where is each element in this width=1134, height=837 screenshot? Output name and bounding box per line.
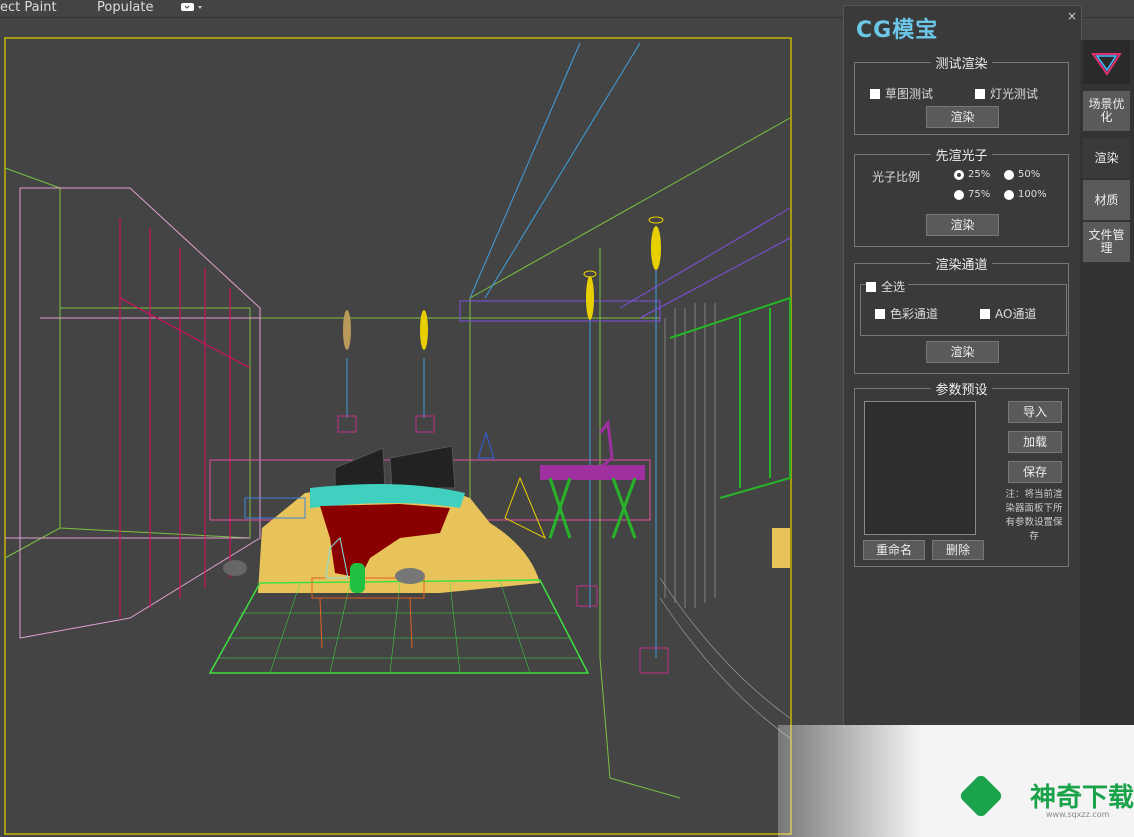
watermark-url: www.sqxzz.com [1046,810,1110,819]
wireframe-scene [4,37,792,835]
preset-note: 注：将当前渲染器面板下所有参数设置保存 [1005,489,1063,542]
test-render-button[interactable]: 渲染 [926,106,999,128]
test-render-legend: 测试渲染 [935,57,988,72]
close-icon[interactable]: × [1067,9,1077,23]
color-channel-label: 色彩通道 [890,307,939,321]
ao-channel-label: AO通道 [995,307,1037,321]
rename-button[interactable]: 重命名 [863,540,925,560]
brand-logo-icon [1083,40,1130,84]
checkbox-box [866,281,876,292]
radio-100-label: 100% [1018,189,1047,200]
radio-dot [1004,189,1014,200]
select-all-label: 全选 [881,280,906,294]
draft-test-checkbox[interactable]: 草图测试 [870,85,933,102]
ao-channel-checkbox[interactable]: AO通道 [980,305,1036,322]
color-channel-checkbox[interactable]: 色彩通道 [875,305,938,322]
radio-100[interactable]: 100% [1004,189,1047,200]
radio-dot [1004,169,1014,180]
photon-legend: 先渲光子 [935,149,988,164]
render-channel-legend: 渲染通道 [935,258,988,273]
right-tab-column: 场景优化 渲染 材质 文件管理 [1080,40,1134,725]
checkbox-box [975,88,985,99]
delete-button[interactable]: 删除 [932,540,984,560]
tab-file-manage[interactable]: 文件管理 [1083,222,1130,262]
photon-render-button[interactable]: 渲染 [926,214,999,236]
photon-ratio-label: 光子比例 [872,170,921,184]
radio-50-label: 50% [1018,169,1041,180]
select-all-checkbox[interactable]: 全选 [866,278,909,295]
cg-mobao-logo: CG模宝 [856,18,939,43]
draft-test-label: 草图测试 [885,87,934,101]
radio-25-label: 25% [968,169,991,180]
checkbox-box [875,308,885,319]
load-button[interactable]: 加载 [1008,431,1062,453]
tab-render[interactable]: 渲染 [1083,138,1130,178]
radio-dot-selected [954,169,964,180]
tab-scene-optimize[interactable]: 场景优化 [1083,91,1130,131]
menu-populate[interactable]: Populate [97,0,154,15]
preset-list[interactable] [864,401,976,535]
light-test-label: 灯光测试 [990,87,1039,101]
radio-25[interactable]: 25% [954,169,990,180]
viewport-dropdown-icon[interactable] [180,1,204,17]
radio-50[interactable]: 50% [1004,169,1040,180]
radio-75[interactable]: 75% [954,189,990,200]
perspective-viewport[interactable] [0,18,843,837]
checkbox-box [980,308,990,319]
checkbox-box [870,88,880,99]
watermark-text: 神奇下载 [1030,783,1134,813]
import-button[interactable]: 导入 [1008,401,1062,423]
channel-render-button[interactable]: 渲染 [926,341,999,363]
save-button[interactable]: 保存 [1008,461,1062,483]
tab-material[interactable]: 材质 [1083,180,1130,220]
cg-mobao-panel: CG模宝 × 测试渲染 草图测试 灯光测试 渲染 先渲光子 光子比例 25% 5… [843,5,1082,727]
radio-75-label: 75% [968,189,991,200]
menu-object-paint[interactable]: ect Paint [0,0,57,15]
presets-legend: 参数预设 [935,383,988,398]
radio-dot [954,189,964,200]
light-test-checkbox[interactable]: 灯光测试 [975,85,1038,102]
